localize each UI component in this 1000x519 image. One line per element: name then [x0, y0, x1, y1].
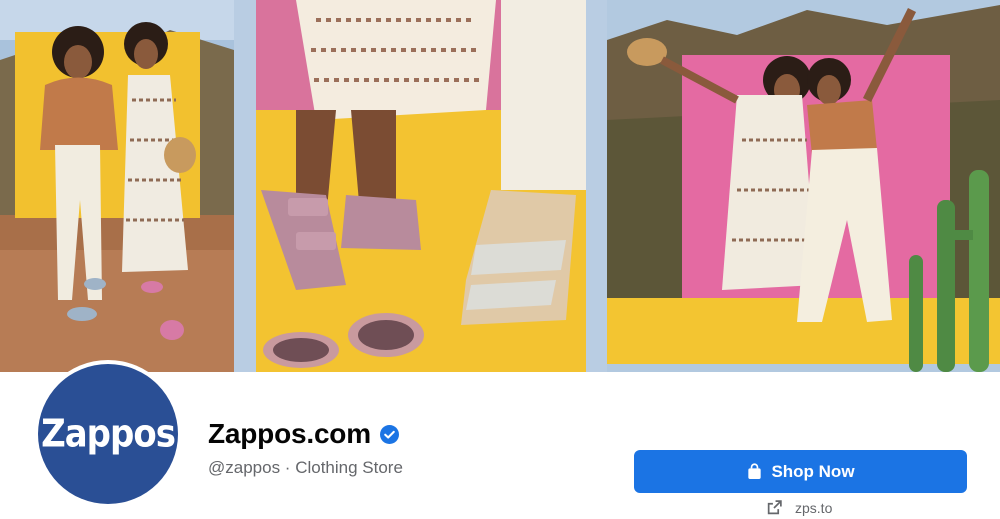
profile-avatar[interactable]: Zappos	[34, 360, 182, 508]
shop-now-button[interactable]: Shop Now	[634, 450, 967, 493]
cover-panel-3	[607, 0, 1000, 372]
subtitle-separator: ·	[280, 458, 296, 477]
website-link[interactable]: zps.to	[766, 499, 832, 516]
zappos-logo: Zappos	[38, 364, 178, 504]
logo-text: Zappos	[41, 411, 176, 457]
profile-header: Zappos Zappos.com @zappos · Clothing Sto…	[0, 360, 1000, 519]
external-link-icon	[766, 499, 783, 516]
page-handle: @zappos	[208, 458, 281, 477]
cover-panel-1	[0, 0, 234, 372]
shopping-bag-icon	[746, 463, 763, 480]
verified-badge-icon	[379, 424, 399, 444]
page-name-line: Zappos.com	[208, 418, 399, 450]
cover-panel-2	[256, 0, 586, 372]
page-title[interactable]: Zappos.com	[208, 418, 371, 450]
page-subtitle: @zappos · Clothing Store	[208, 458, 403, 478]
page-category[interactable]: Clothing Store	[295, 458, 403, 477]
shop-now-label: Shop Now	[771, 461, 855, 481]
cover-photo[interactable]	[0, 0, 1000, 372]
website-url: zps.to	[795, 499, 833, 516]
